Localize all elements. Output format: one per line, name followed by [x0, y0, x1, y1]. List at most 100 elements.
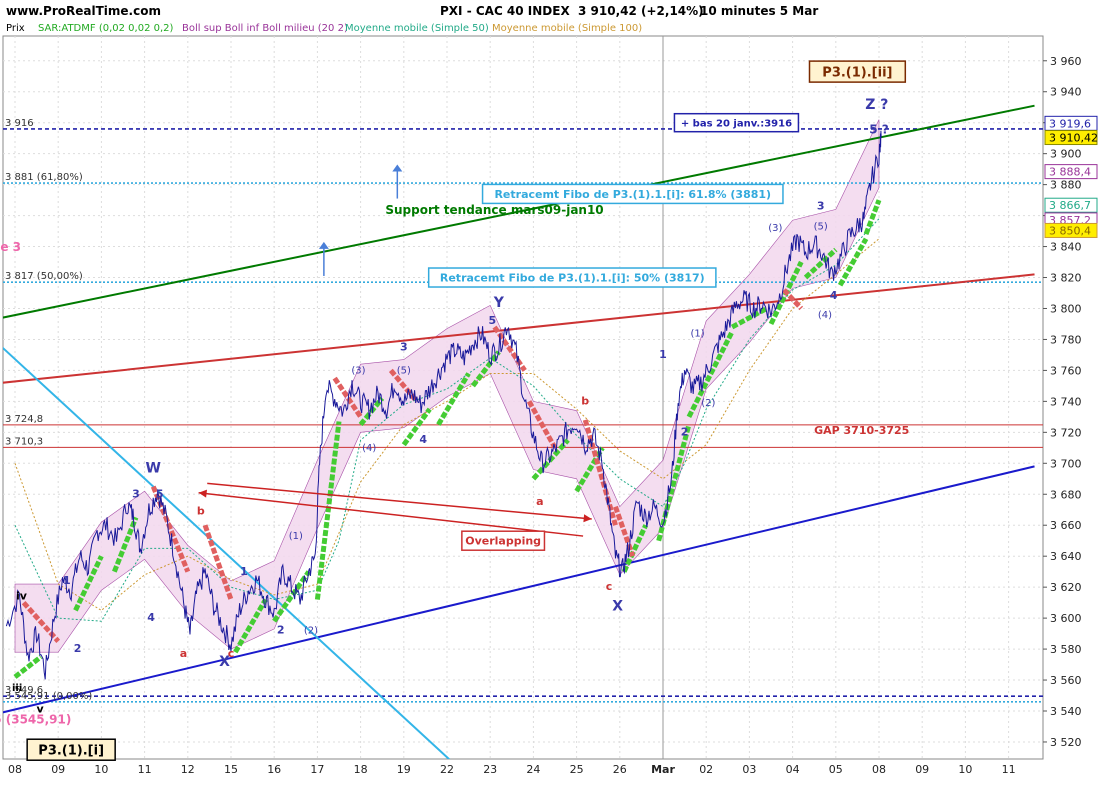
y-tick-label: 3 640	[1050, 550, 1082, 563]
b-c: c	[606, 580, 613, 593]
left-iv: iv	[16, 590, 28, 603]
x-tick-label: 16	[267, 763, 281, 776]
x-tick-label: 04	[786, 763, 800, 776]
m-p5: (5)	[397, 366, 411, 377]
p3-ii-box-text: P3.(1).[ii]	[822, 65, 892, 80]
price-tag-text-5: 3 850,4	[1049, 224, 1091, 237]
z-question: Z ?	[865, 97, 888, 113]
z-p3: (3)	[768, 223, 782, 234]
y-tick-label: 3 820	[1050, 272, 1082, 285]
retracement-61-box-text: Retracemt Fibo de P3.(1).1.[i]: 61.8% (3…	[494, 188, 771, 201]
x-tick-label: 10	[94, 763, 108, 776]
last-price: 3 910,42 (+2,14%)	[578, 4, 704, 18]
x-tick-label: 26	[613, 763, 627, 776]
hline-label-0: 3 916	[5, 118, 34, 129]
w-1: 1	[63, 574, 71, 587]
w-5: 5	[156, 487, 164, 500]
retracement-50-box-text: Retracemt Fibo de P3.(1).1.[i]: 50% (381…	[440, 271, 705, 284]
w-3: 3	[132, 487, 140, 500]
z-2: 2	[681, 425, 689, 438]
chart: www.ProRealTime.com PXI - CAC 40 INDEX 3…	[0, 4, 1098, 776]
x-tick-label: 09	[915, 763, 929, 776]
y-tick-label: 3 800	[1050, 302, 1082, 315]
z-4: 4	[830, 289, 838, 302]
x-tick-label: 12	[181, 763, 195, 776]
y-tick-label: 3 960	[1050, 55, 1082, 68]
left-3545: 5 (3545,91)	[0, 712, 71, 726]
z-p1: (1)	[690, 328, 704, 339]
wave-x-2: X	[612, 598, 623, 614]
price-tag-text-3: 3 866,7	[1049, 199, 1091, 212]
y-tick-label: 3 700	[1050, 457, 1082, 470]
p3-i-box-text: P3.(1).[i]	[38, 743, 104, 758]
legend-sma100: Moyenne mobile (Simple 100)	[492, 23, 642, 34]
support-tendance-label: Support tendance mars09-jan10	[385, 203, 603, 217]
x-tick-label: 22	[440, 763, 454, 776]
x-p2: (2)	[304, 626, 318, 637]
z-p4: (4)	[818, 310, 832, 321]
z-1: 1	[659, 348, 667, 361]
x-tick-label: 15	[224, 763, 238, 776]
price-tag-text-2: 3 888,4	[1049, 166, 1091, 179]
m-p4: (4)	[362, 443, 376, 454]
c-1: c	[228, 647, 235, 660]
b-b: b	[581, 394, 589, 407]
x-tick-label: 24	[526, 763, 540, 776]
x-tick-label: 25	[570, 763, 584, 776]
x-tick-label: 08	[8, 763, 22, 776]
hline-label-4: 3 710,3	[5, 436, 43, 447]
price-tag-text-1: 3 910,42	[1049, 132, 1098, 145]
five-question: 5 ?	[869, 123, 889, 137]
x-1: 1	[240, 565, 248, 578]
x-tick-label: 11	[1002, 763, 1016, 776]
x-tick-label: 18	[354, 763, 368, 776]
instrument-title: PXI - CAC 40 INDEX	[440, 4, 570, 18]
legend-prix: Prix	[6, 23, 25, 34]
z-p2: (2)	[701, 398, 715, 409]
y-tick-label: 3 940	[1050, 86, 1082, 99]
left-e3: e 3	[0, 240, 21, 254]
x-p1: (1)	[289, 531, 303, 542]
y-tick-label: 3 600	[1050, 612, 1082, 625]
b-1: b	[197, 504, 205, 517]
site-name: www.ProRealTime.com	[6, 4, 161, 18]
m-3: 3	[400, 340, 408, 353]
m-4: 4	[419, 433, 427, 446]
y-tick-label: 3 780	[1050, 333, 1082, 346]
y-5: 5	[489, 314, 497, 327]
hline-label-2: 3 817 (50,00%)	[5, 271, 83, 282]
x-tick-label: 03	[742, 763, 756, 776]
y-tick-label: 3 560	[1050, 674, 1082, 687]
w-2: 2	[74, 642, 82, 655]
y-tick-label: 3 740	[1050, 395, 1082, 408]
x-tick-label: 02	[699, 763, 713, 776]
y-tick-label: 3 620	[1050, 581, 1082, 594]
left-iii: iii	[12, 683, 22, 694]
y-tick-label: 3 660	[1050, 519, 1082, 532]
price-tag-text-0: 3 919,6	[1049, 117, 1091, 130]
overlapping-box-text: Overlapping	[465, 535, 541, 548]
y-tick-label: 3 880	[1050, 179, 1082, 192]
y-tick-label: 3 900	[1050, 148, 1082, 161]
x-2: 2	[277, 624, 285, 637]
x-tick-label: 23	[483, 763, 497, 776]
z-p5: (5)	[814, 222, 828, 233]
x-tick-label: 08	[872, 763, 886, 776]
x-tick-label: 10	[958, 763, 972, 776]
x-tick-label: 05	[829, 763, 843, 776]
b-a: a	[536, 495, 543, 508]
legend-boll: Boll sup Boll inf Boll milieu (20 2)	[182, 23, 348, 34]
y-tick-label: 3 840	[1050, 241, 1082, 254]
hline-label-1: 3 881 (61,80%)	[5, 172, 83, 183]
y-tick-label: 3 760	[1050, 364, 1082, 377]
legend-sma50: Moyenne mobile (Simple 50)	[345, 23, 489, 34]
hline-label-3: 3 724,8	[5, 414, 43, 425]
y-tick-label: 3 540	[1050, 705, 1082, 718]
x-tick-label: Mar	[651, 763, 675, 776]
legend-sar: SAR:ATDMF (0,02 0,02 0,2)	[38, 23, 174, 34]
a-1: a	[180, 647, 187, 660]
m-p3: (3)	[351, 366, 365, 377]
period-label: 10 minutes 5 Mar	[700, 4, 818, 18]
y-tick-label: 3 680	[1050, 488, 1082, 501]
y-tick-label: 3 580	[1050, 643, 1082, 656]
